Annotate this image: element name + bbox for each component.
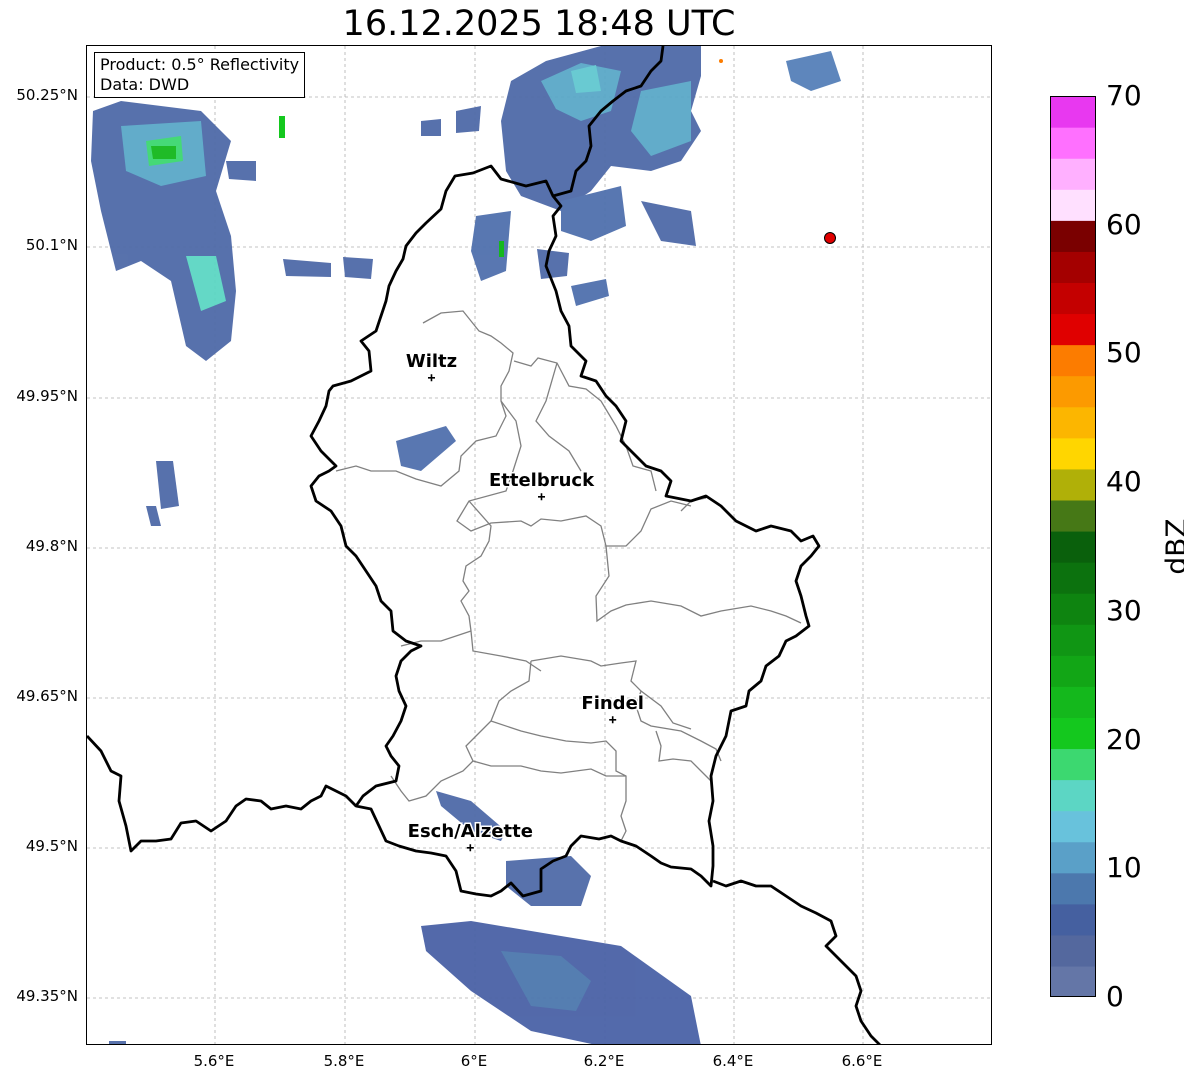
colorbar-tick-label: 60 xyxy=(1106,207,1142,241)
colorbar-segment xyxy=(1050,313,1096,346)
lat-label-49-8: 49.8°N xyxy=(25,537,78,555)
city-marker-ettelbruck xyxy=(538,493,545,501)
colorbar-segment xyxy=(1050,251,1096,284)
colorbar-segment xyxy=(1050,903,1096,936)
colorbar-segment xyxy=(1050,499,1096,532)
colorbar-tick-label: 40 xyxy=(1106,465,1142,499)
lon-label-6: 6°E xyxy=(460,1052,488,1070)
colorbar-segment xyxy=(1050,624,1096,656)
colorbar-segment xyxy=(1050,593,1096,625)
small-echo-green-2 xyxy=(499,241,504,257)
lon-label-5-6: 5.6°E xyxy=(193,1052,235,1070)
city-label-findel: Findel xyxy=(581,693,644,714)
city-marker-wiltz xyxy=(427,374,435,382)
lat-label-49-35: 49.35°N xyxy=(16,987,78,1005)
small-echo-orange xyxy=(719,59,723,63)
colorbar-segment xyxy=(1050,655,1096,687)
colorbar-tick-label: 20 xyxy=(1106,722,1142,756)
colorbar-segment xyxy=(1050,748,1096,781)
colorbar-segment xyxy=(1050,437,1096,470)
colorbar-segment xyxy=(1050,282,1096,315)
colorbar-segment xyxy=(1050,96,1096,128)
colorbar-segment xyxy=(1050,530,1096,563)
colorbar-segment xyxy=(1050,562,1096,594)
colorbar-segment xyxy=(1050,189,1096,221)
colorbar-segment xyxy=(1050,717,1096,750)
lat-label-49-65: 49.65°N xyxy=(16,687,78,705)
lat-label-49-95: 49.95°N xyxy=(16,387,78,405)
city-label-wiltz: Wiltz xyxy=(406,351,457,372)
colorbar-segment xyxy=(1050,779,1096,812)
lon-label-5-8: 5.8°E xyxy=(323,1052,365,1070)
lat-label-49-5: 49.5°N xyxy=(25,837,78,855)
colorbar-segment xyxy=(1050,344,1096,377)
colorbar-segment xyxy=(1050,686,1096,718)
colorbar-segment xyxy=(1050,220,1096,252)
colorbar-tick-label: 0 xyxy=(1106,980,1124,1013)
colorbar-segment xyxy=(1050,934,1096,967)
colorbar-segment xyxy=(1050,158,1096,190)
lon-label-6-6: 6.6°E xyxy=(841,1052,883,1070)
lat-label-50-25: 50.25°N xyxy=(16,86,78,104)
colorbar-segment xyxy=(1050,872,1096,905)
colorbar-tick-label: 10 xyxy=(1106,851,1142,885)
product-info-box: Product: 0.5° Reflectivity Data: DWD xyxy=(94,52,306,98)
city-label-ettelbruck: Ettelbruck xyxy=(489,470,595,491)
data-source-label: Data: DWD xyxy=(100,75,190,94)
radar-map[interactable]: Wiltz Ettelbruck Findel Esch/Alzette xyxy=(86,45,992,1045)
colorbar-tick-label: 30 xyxy=(1106,593,1142,627)
city-marker-esch-alzette xyxy=(466,844,474,852)
lat-label-50-1: 50.1°N xyxy=(25,236,78,254)
canton-boundaries xyxy=(335,310,802,842)
map-canvas: Wiltz Ettelbruck Findel Esch/Alzette xyxy=(87,46,991,1044)
colorbar-segment xyxy=(1050,810,1096,843)
lon-label-6-2: 6.2°E xyxy=(583,1052,625,1070)
colorbar-segment xyxy=(1050,375,1096,408)
colorbar-segment xyxy=(1050,468,1096,501)
radar-echoes xyxy=(91,46,841,1044)
lon-label-6-4: 6.4°E xyxy=(712,1052,754,1070)
city-marker-findel xyxy=(609,716,617,724)
colorbar-segment xyxy=(1050,127,1096,159)
colorbar-segment xyxy=(1050,406,1096,439)
colorbar xyxy=(1050,96,1096,997)
point-marker xyxy=(824,232,836,244)
map-title: 16.12.2025 18:48 UTC xyxy=(342,4,736,44)
product-label: Product: 0.5° Reflectivity xyxy=(100,55,300,74)
colorbar-segment xyxy=(1050,965,1096,997)
colorbar-segment xyxy=(1050,841,1096,874)
colorbar-tick-label: 70 xyxy=(1106,79,1142,112)
city-label-esch-alzette: Esch/Alzette xyxy=(408,821,533,842)
colorbar-tick-label: 50 xyxy=(1106,336,1142,370)
small-echo-green xyxy=(279,116,285,138)
colorbar-label: dBZ xyxy=(1159,518,1184,575)
